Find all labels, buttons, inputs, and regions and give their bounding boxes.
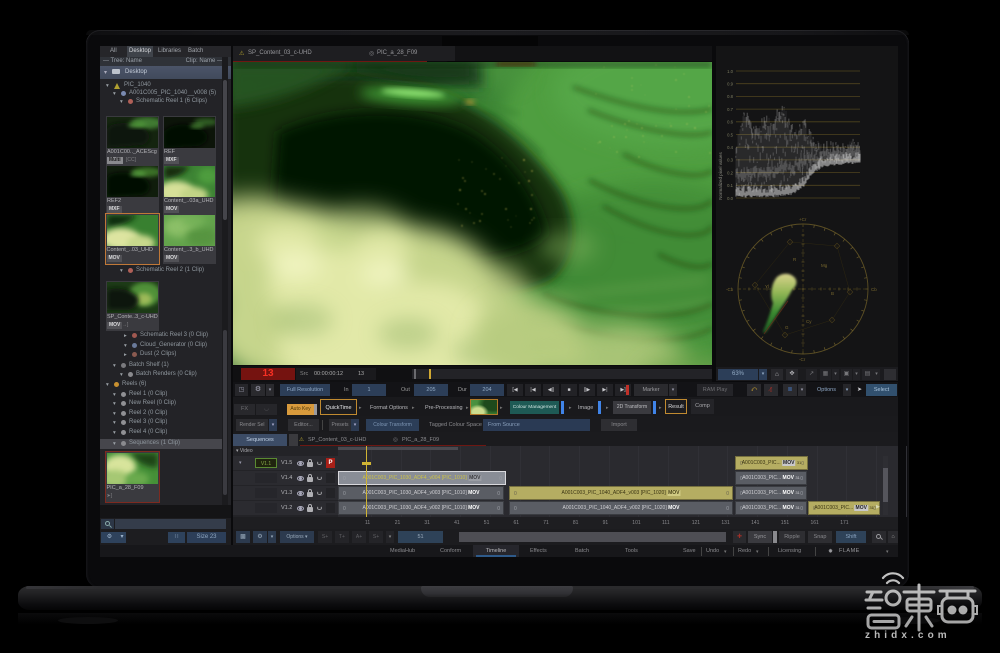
svg-text:Mg: Mg	[821, 263, 828, 268]
svg-text:R: R	[793, 257, 797, 262]
svg-text:-Cr: -Cr	[799, 357, 806, 362]
svg-text:Cy: Cy	[806, 319, 812, 324]
svg-text:-Cb: -Cb	[726, 287, 734, 292]
svg-text:0.7: 0.7	[727, 107, 733, 112]
svg-text:0.6: 0.6	[727, 120, 733, 125]
svg-text:Yl: Yl	[765, 284, 769, 289]
svg-text:0.5: 0.5	[727, 132, 733, 137]
svg-text:G: G	[785, 325, 789, 330]
svg-text:0.4: 0.4	[727, 145, 733, 150]
svg-text:0.0: 0.0	[727, 196, 733, 201]
svg-text:B: B	[831, 291, 834, 296]
svg-text:0.8: 0.8	[727, 94, 733, 99]
svg-text:0.2: 0.2	[727, 170, 733, 175]
svg-text:0.9: 0.9	[727, 82, 733, 87]
svg-text:0.1: 0.1	[727, 183, 733, 188]
svg-text:Cb: Cb	[871, 287, 877, 292]
svg-text:1.0: 1.0	[727, 69, 733, 74]
svg-text:zhidx.com: zhidx.com	[865, 630, 951, 641]
svg-text:Normalized pixel values: Normalized pixel values	[718, 151, 723, 199]
svg-text:0.3: 0.3	[727, 158, 733, 163]
svg-text:+Cr: +Cr	[799, 217, 807, 222]
